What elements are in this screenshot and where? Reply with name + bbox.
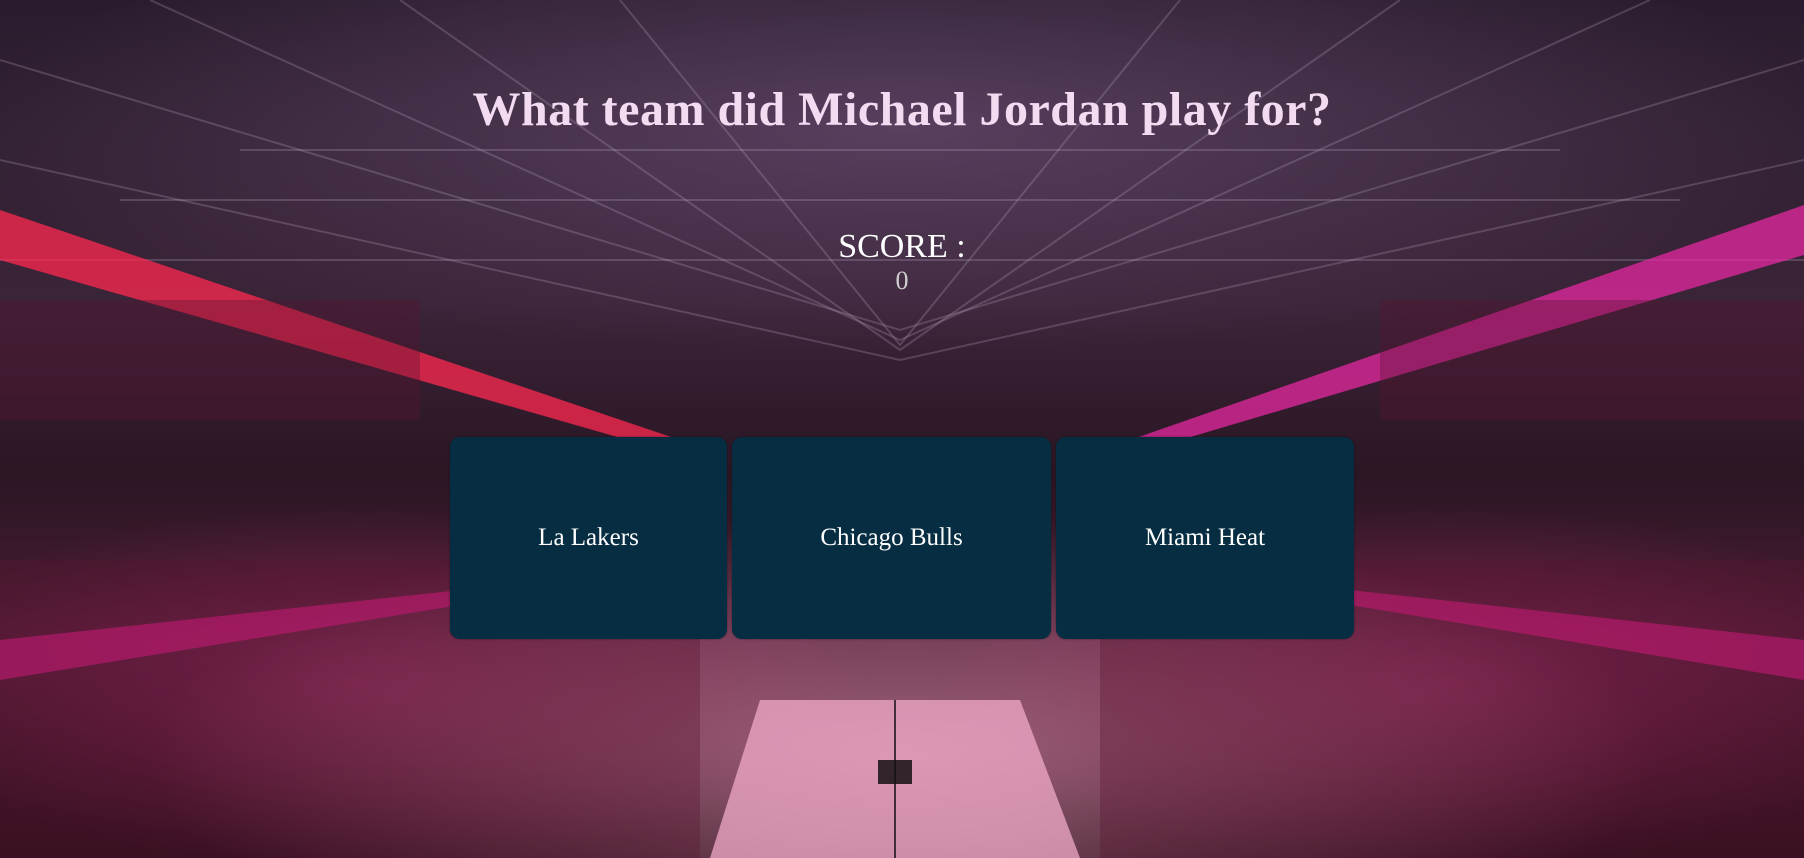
score-label: SCORE : xyxy=(838,228,966,265)
score-value: 0 xyxy=(895,266,909,295)
answer-button-la-lakers[interactable]: La Lakers xyxy=(450,437,727,639)
question-title: What team did Michael Jordan play for? xyxy=(472,83,1332,136)
answer-button-miami-heat[interactable]: Miami Heat xyxy=(1056,437,1354,639)
answer-button-chicago-bulls[interactable]: Chicago Bulls xyxy=(732,437,1051,639)
